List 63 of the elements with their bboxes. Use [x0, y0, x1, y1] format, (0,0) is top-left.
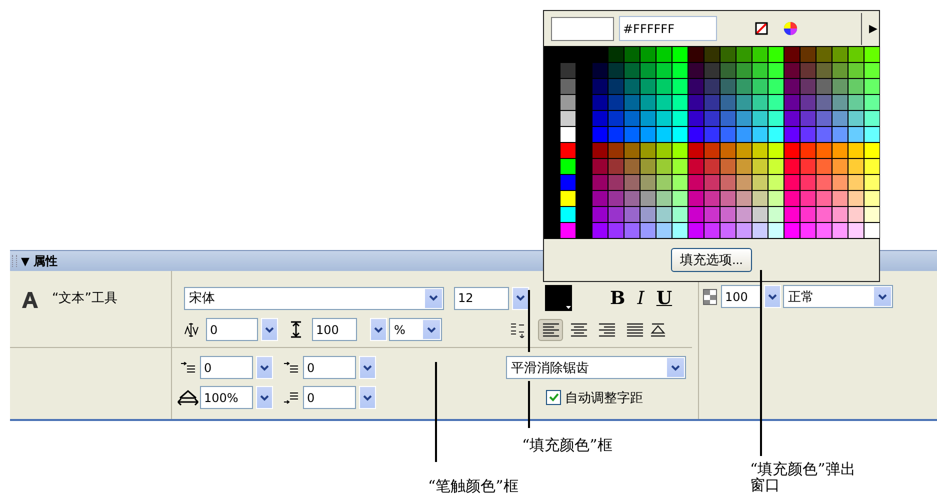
leader-line [528, 381, 530, 428]
width-icon [177, 388, 199, 406]
chevron-icon [260, 394, 269, 400]
fill-options-button[interactable]: 填充选项... [671, 248, 752, 272]
dropdown-arrow-button[interactable] [359, 386, 376, 409]
align-left-button[interactable] [538, 318, 563, 340]
width-field[interactable]: 100% [200, 386, 253, 409]
line-spacing-icon [290, 321, 302, 338]
checkbox[interactable] [546, 390, 561, 405]
italic-button[interactable]: I [633, 288, 648, 308]
collapse-arrow[interactable]: ▼ [21, 254, 30, 268]
chevron-icon [265, 326, 274, 332]
margin-icon [284, 392, 298, 404]
alpha-icon [703, 288, 717, 304]
indent-icon [284, 362, 298, 374]
color-preview [551, 16, 614, 40]
dropdown-arrow-button[interactable] [512, 286, 529, 310]
line-gap-field[interactable]: 0 [303, 356, 356, 379]
no-color-icon[interactable] [755, 22, 768, 35]
line-spacing-field[interactable]: 100 [312, 318, 357, 341]
chevron-icon [516, 295, 525, 301]
tool-name: “文本”工具 [52, 290, 118, 307]
letter-spacing-icon [184, 322, 200, 338]
dropdown-arrow-button[interactable] [261, 318, 278, 341]
leader-line [528, 290, 530, 352]
indent-field[interactable]: 0 [200, 356, 253, 379]
text-orientation-icon [650, 322, 666, 336]
dropdown-arrow-button[interactable] [256, 356, 273, 379]
chevron-icon [429, 295, 438, 301]
bold-button[interactable]: B [606, 288, 630, 308]
fill-color-swatch[interactable] [545, 285, 572, 311]
text-direction-icon [510, 321, 526, 338]
hex-field[interactable]: #FFFFFF [619, 16, 717, 41]
dropdown-arrow-button[interactable] [370, 318, 387, 341]
dropdown-arrow-button[interactable] [764, 285, 781, 308]
font-dropdown[interactable]: 宋体 [184, 286, 444, 310]
unit-dropdown[interactable]: % [389, 318, 442, 341]
alpha-field[interactable]: 100 [721, 285, 761, 308]
margin-field[interactable]: 0 [303, 386, 356, 409]
callout-label: “填充颜色”框 [522, 437, 612, 453]
letter-spacing-field[interactable]: 0 [206, 318, 258, 341]
panel-title: 属性 [33, 252, 58, 270]
underline-button[interactable]: U [652, 288, 676, 308]
chevron-icon [427, 326, 436, 332]
chevron-icon [260, 364, 269, 370]
text-tool-icon [22, 292, 38, 308]
chevron-icon [363, 364, 372, 370]
font-size-field[interactable]: 12 [454, 286, 509, 310]
dropdown-arrow-button[interactable] [359, 356, 376, 379]
blend-mode-dropdown[interactable]: 正常 [783, 285, 893, 308]
chevron-icon [374, 326, 383, 332]
chevron-icon [671, 364, 680, 370]
callout-label: “填充颜色”弹出窗口 [750, 461, 856, 493]
indent-icon [181, 362, 195, 374]
chevron-icon [768, 294, 777, 300]
callout-label: “笔触颜色”框 [428, 478, 518, 494]
auto-kern-label: 自动调整字距 [565, 390, 643, 406]
chevron-icon [878, 294, 887, 300]
antialias-dropdown[interactable]: 平滑消除锯齿 [506, 356, 686, 379]
dropdown-arrow-button[interactable] [256, 386, 273, 409]
color-wheel-icon[interactable] [783, 21, 798, 36]
chevron-icon [363, 394, 372, 400]
popup-menu-arrow[interactable]: ▶ [869, 22, 878, 35]
